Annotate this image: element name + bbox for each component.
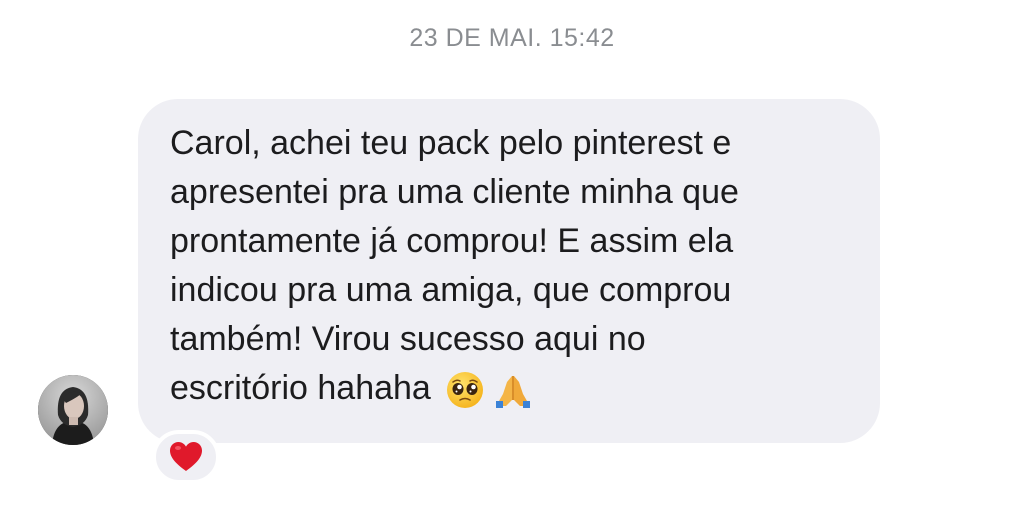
sender-avatar[interactable]: [38, 375, 108, 445]
reaction-badge[interactable]: [152, 430, 220, 484]
message-timestamp: 23 DE MAI. 15:42: [409, 24, 615, 52]
pleading-face-icon: [446, 372, 483, 409]
message-line: apresentei pra uma cliente minha que: [170, 173, 739, 211]
message-last-line: escritório hahaha: [170, 364, 850, 413]
profile-photo-icon: [38, 375, 108, 445]
message-bubble[interactable]: Carol, achei teu pack pelo pinterest e a…: [138, 99, 880, 443]
heart-icon: [170, 442, 202, 471]
chat-thread: 23 DE MAI. 15:42 Carol, achei teu pack p…: [0, 0, 1024, 519]
message-line: escritório hahaha: [170, 369, 431, 407]
message-line: indicou pra uma amiga, que comprou: [170, 271, 732, 309]
folded-hands-icon: [495, 376, 530, 409]
message-line: Carol, achei teu pack pelo pinterest e: [170, 124, 732, 162]
message-line: prontamente já comprou! E assim ela: [170, 222, 734, 260]
message-line: também! Virou sucesso aqui no: [170, 320, 646, 358]
